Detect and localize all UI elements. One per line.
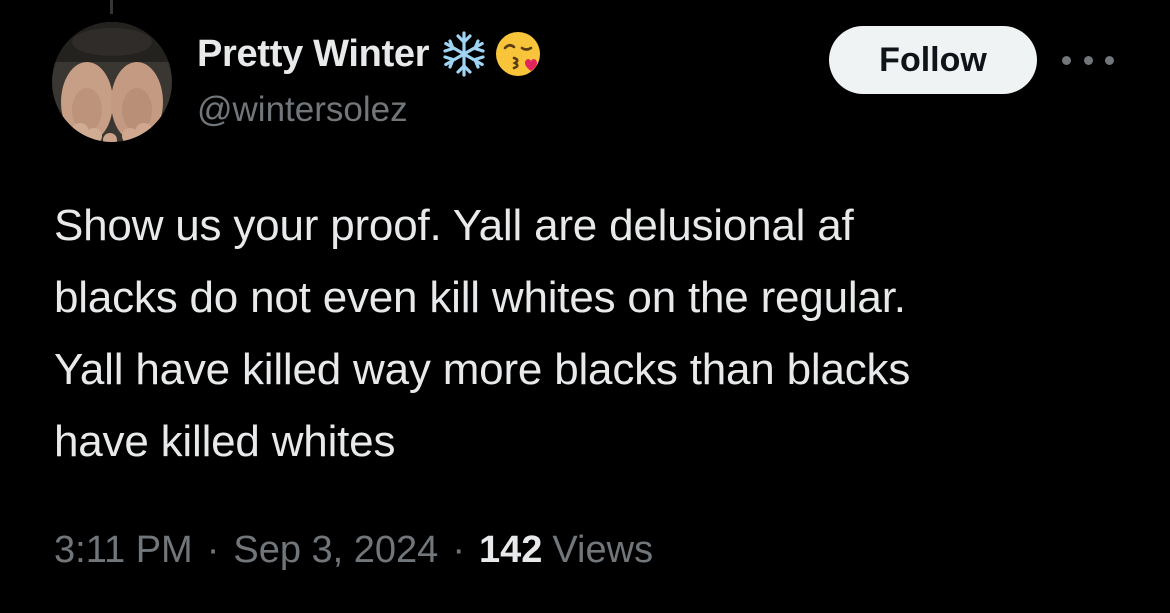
meta-separator: · — [452, 528, 465, 571]
display-name[interactable]: Pretty Winter — [197, 33, 430, 76]
tweet-text-line: blacks do not even kill whites on the re… — [54, 273, 906, 322]
meta-separator: · — [206, 528, 220, 571]
tweet-text-line: have killed whites — [54, 417, 396, 466]
author-name-row[interactable]: Pretty Winter — [197, 30, 545, 78]
follow-button[interactable]: Follow — [829, 26, 1037, 94]
kissing-face-icon — [493, 28, 545, 80]
tweet-time[interactable]: 3:11 PM — [54, 529, 193, 572]
avatar-image — [52, 22, 172, 142]
tweet-date[interactable]: Sep 3, 2024 — [233, 529, 438, 572]
views-count[interactable]: 142 — [479, 529, 542, 572]
views-label[interactable]: Views — [552, 529, 653, 572]
tweet-text: Show us your proof. Yall are delusional … — [54, 190, 1134, 478]
more-dot — [1062, 55, 1071, 65]
thread-connector-line — [110, 0, 113, 14]
more-dot — [1083, 55, 1093, 65]
tweet-text-line: Yall have killed way more blacks than bl… — [54, 345, 911, 394]
tweet-metadata: 3:11 PM · Sep 3, 2024 · 142 Views — [54, 522, 653, 578]
more-dot — [1105, 55, 1114, 65]
author-handle[interactable]: @wintersolez — [197, 90, 408, 130]
avatar[interactable] — [52, 22, 172, 142]
more-dots-icon[interactable] — [1062, 48, 1114, 72]
tweet-text-line: Show us your proof. Yall are delusional … — [54, 201, 854, 250]
snowflake-icon — [439, 29, 489, 79]
